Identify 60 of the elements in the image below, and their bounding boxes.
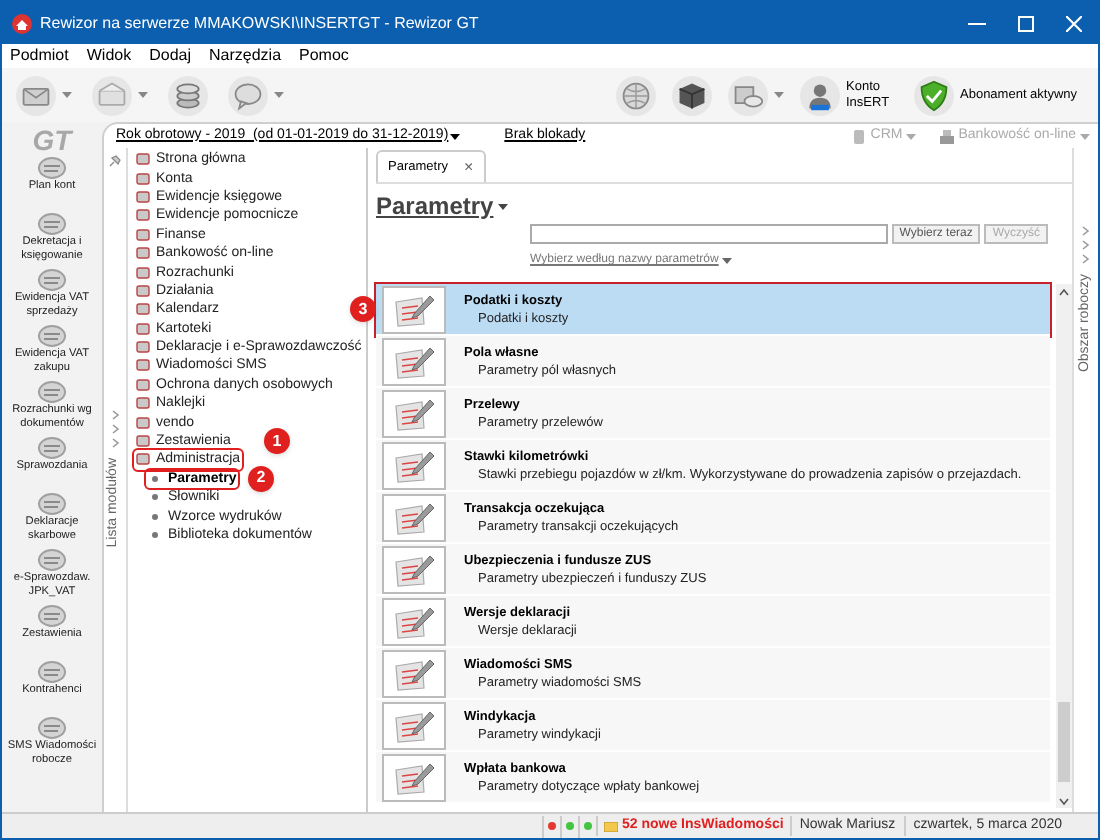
bullet-icon bbox=[152, 513, 158, 520]
module-icon bbox=[36, 210, 68, 236]
module-icon bbox=[36, 658, 68, 684]
menu-item[interactable]: Podmiot bbox=[10, 44, 69, 68]
caret-icon bbox=[497, 203, 508, 209]
cube-icon bbox=[676, 79, 708, 111]
caret-icon bbox=[906, 133, 917, 139]
scrollbar[interactable] bbox=[1056, 284, 1072, 808]
module-icon bbox=[36, 266, 68, 292]
document-pencil-icon bbox=[392, 759, 436, 795]
search-field[interactable] bbox=[530, 224, 888, 244]
document-pencil-icon bbox=[392, 707, 436, 743]
bullet-icon bbox=[152, 532, 158, 538]
device-icon bbox=[852, 129, 867, 143]
document-pencil-icon bbox=[392, 343, 436, 379]
shield-check-icon bbox=[918, 79, 950, 111]
caret-icon bbox=[1080, 133, 1090, 139]
logo: GT bbox=[32, 126, 72, 154]
module-icon bbox=[36, 322, 68, 348]
coins-icon bbox=[172, 79, 204, 111]
letter-icon bbox=[96, 79, 128, 111]
module-icon bbox=[36, 490, 68, 516]
caret-icon bbox=[450, 133, 461, 139]
callout-marker: 1 bbox=[264, 428, 290, 455]
close-tab-button[interactable]: × bbox=[463, 159, 474, 175]
document-pencil-icon bbox=[392, 499, 436, 535]
document-pencil-icon bbox=[392, 551, 436, 587]
person-icon bbox=[804, 79, 836, 111]
menu-item[interactable]: Narzędzia bbox=[209, 44, 282, 68]
menu-item[interactable]: Widok bbox=[86, 44, 132, 68]
document-pencil-icon bbox=[392, 395, 436, 431]
module-icon bbox=[36, 714, 68, 740]
window-title: Rewizor na serwerze MMAKOWSKI\INSERTGT - Rewizor GT bbox=[40, 11, 479, 35]
envelope-icon bbox=[603, 821, 618, 831]
app-icon bbox=[12, 13, 32, 33]
document-pencil-icon bbox=[392, 655, 436, 691]
module-icon bbox=[36, 602, 68, 628]
document-pencil-icon bbox=[392, 291, 436, 327]
page-heading[interactable]: Parametry bbox=[376, 188, 508, 224]
caret-icon bbox=[722, 258, 733, 264]
menu-item[interactable]: Dodaj bbox=[149, 44, 191, 68]
printer-icon bbox=[940, 129, 955, 143]
document-pencil-icon bbox=[392, 447, 436, 483]
maximize-icon[interactable] bbox=[1018, 15, 1034, 31]
close-icon[interactable] bbox=[1066, 15, 1082, 31]
speech-bubble-icon bbox=[232, 79, 264, 111]
bullet-icon bbox=[152, 494, 158, 501]
callout-marker: 2 bbox=[248, 465, 274, 492]
globe-icon bbox=[620, 79, 652, 111]
module-icon bbox=[36, 434, 68, 460]
scroll-down-icon[interactable] bbox=[1058, 798, 1070, 806]
menu-item[interactable]: Pomoc bbox=[299, 44, 349, 68]
module-icon bbox=[36, 546, 68, 572]
pin-icon[interactable] bbox=[108, 154, 122, 168]
module-icon bbox=[36, 378, 68, 404]
scroll-up-icon[interactable] bbox=[1058, 288, 1070, 296]
module-icon bbox=[36, 154, 68, 180]
bullet-icon bbox=[152, 475, 158, 482]
document-pencil-icon bbox=[392, 603, 436, 639]
scrollbar-thumb[interactable] bbox=[1058, 702, 1070, 782]
